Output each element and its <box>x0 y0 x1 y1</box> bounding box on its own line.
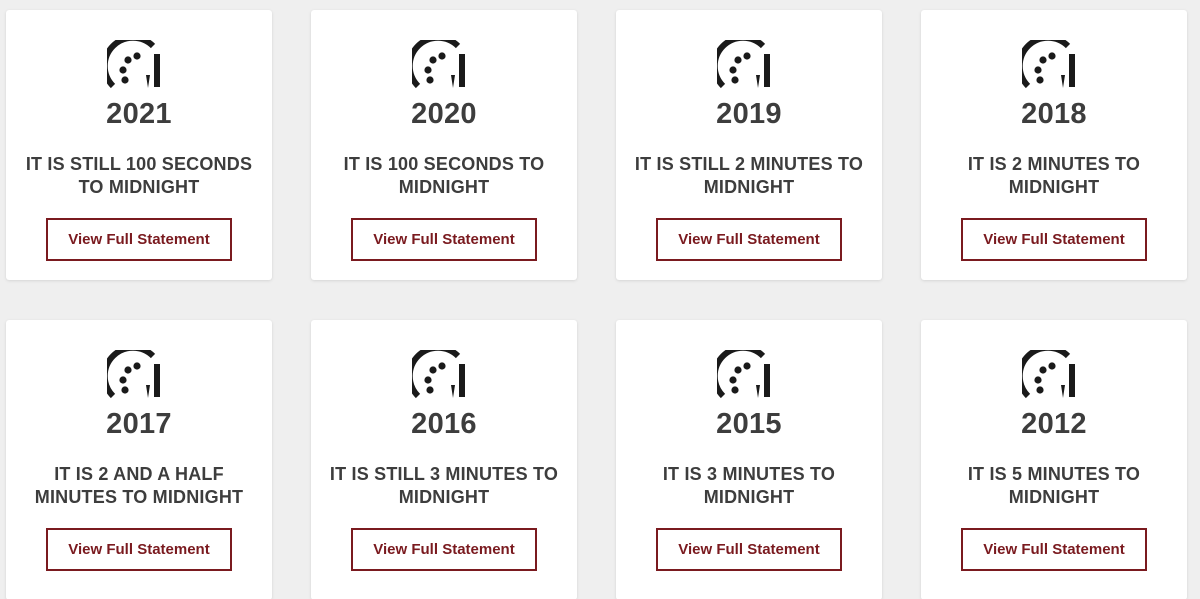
card-year: 2021 <box>106 98 172 130</box>
view-full-statement-button[interactable]: View Full Statement <box>656 528 842 571</box>
statement-card-2016: 2016 IT IS STILL 3 MINUTES TO MIDNIGHT V… <box>311 320 577 599</box>
view-full-statement-button[interactable]: View Full Statement <box>656 218 842 261</box>
card-statement: IT IS 2 AND A HALF MINUTES TO MIDNIGHT <box>34 464 244 507</box>
card-year: 2016 <box>411 408 477 440</box>
statement-card-2020: 2020 IT IS 100 SECONDS TO MIDNIGHT View … <box>311 10 577 280</box>
card-year: 2017 <box>106 408 172 440</box>
card-statement: IT IS STILL 100 SECONDS TO MIDNIGHT <box>25 154 253 197</box>
card-year: 2018 <box>1021 98 1087 130</box>
statement-card-2017: 2017 IT IS 2 AND A HALF MINUTES TO MIDNI… <box>6 320 272 599</box>
card-statement: IT IS STILL 3 MINUTES TO MIDNIGHT <box>329 464 559 507</box>
doomsday-clock-icon <box>717 40 770 89</box>
view-full-statement-button[interactable]: View Full Statement <box>351 218 537 261</box>
doomsday-clock-icon <box>1022 350 1075 399</box>
doomsday-clock-icon <box>107 350 160 399</box>
view-full-statement-button[interactable]: View Full Statement <box>351 528 537 571</box>
statement-card-2019: 2019 IT IS STILL 2 MINUTES TO MIDNIGHT V… <box>616 10 882 280</box>
doomsday-clock-icon <box>107 40 160 89</box>
view-full-statement-button[interactable]: View Full Statement <box>46 218 232 261</box>
statement-card-2018: 2018 IT IS 2 MINUTES TO MIDNIGHT View Fu… <box>921 10 1187 280</box>
doomsday-clock-icon <box>1022 40 1075 89</box>
view-full-statement-button[interactable]: View Full Statement <box>46 528 232 571</box>
doomsday-clock-icon <box>717 350 770 399</box>
statements-grid: 2021 IT IS STILL 100 SECONDS TO MIDNIGHT… <box>0 0 1200 599</box>
card-year: 2019 <box>716 98 782 130</box>
card-statement: IT IS 3 MINUTES TO MIDNIGHT <box>662 464 836 507</box>
card-year: 2012 <box>1021 408 1087 440</box>
doomsday-clock-icon <box>412 40 465 89</box>
card-statement: IT IS 5 MINUTES TO MIDNIGHT <box>967 464 1141 507</box>
card-statement: IT IS STILL 2 MINUTES TO MIDNIGHT <box>634 154 864 197</box>
doomsday-clock-icon <box>412 350 465 399</box>
card-year: 2020 <box>411 98 477 130</box>
statement-card-2015: 2015 IT IS 3 MINUTES TO MIDNIGHT View Fu… <box>616 320 882 599</box>
statement-card-2021: 2021 IT IS STILL 100 SECONDS TO MIDNIGHT… <box>6 10 272 280</box>
card-statement: IT IS 100 SECONDS TO MIDNIGHT <box>343 154 545 197</box>
statement-card-2012: 2012 IT IS 5 MINUTES TO MIDNIGHT View Fu… <box>921 320 1187 599</box>
view-full-statement-button[interactable]: View Full Statement <box>961 528 1147 571</box>
card-year: 2015 <box>716 408 782 440</box>
card-statement: IT IS 2 MINUTES TO MIDNIGHT <box>967 154 1141 197</box>
view-full-statement-button[interactable]: View Full Statement <box>961 218 1147 261</box>
